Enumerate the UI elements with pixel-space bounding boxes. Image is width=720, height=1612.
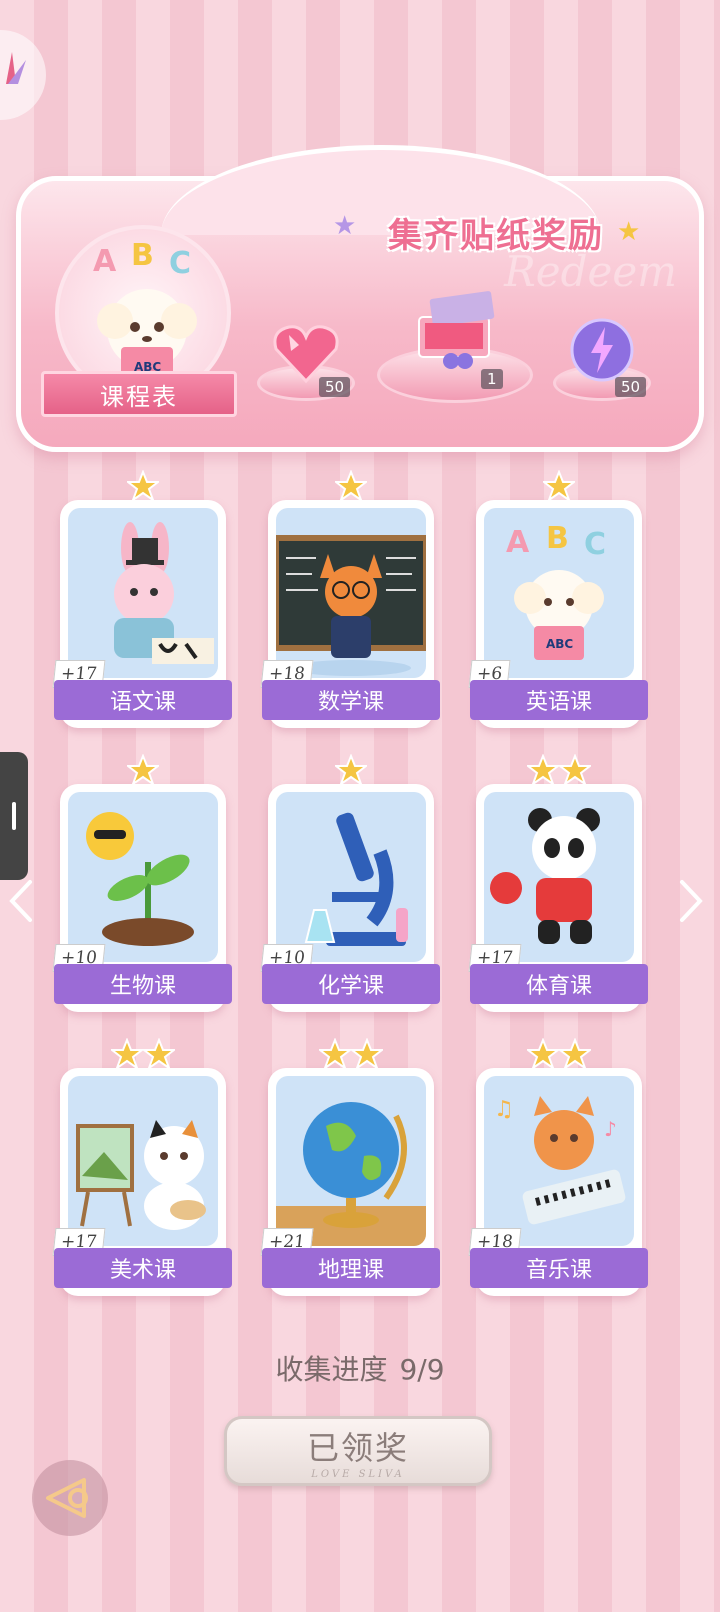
reward-count: 50 (319, 377, 351, 397)
sticker-card-english[interactable]: A B C ABC +6 英语课 (468, 470, 648, 728)
sparkle-icon: ★ (333, 211, 357, 241)
fan-icon (6, 52, 26, 84)
back-arrow-icon (46, 1478, 88, 1518)
star-rating (60, 1038, 226, 1074)
globe-icon (276, 1102, 426, 1246)
schedule-button[interactable]: 课程表 (41, 371, 237, 417)
card-label: 化学课 (262, 964, 440, 1004)
star-rating (268, 1038, 434, 1074)
star-icon (319, 1038, 351, 1070)
star-icon (559, 1038, 591, 1070)
claimed-button[interactable]: 已领奖 LOVE SLIVA (224, 1416, 492, 1486)
card-label: 生物课 (54, 964, 232, 1004)
menu-badge[interactable] (0, 30, 46, 120)
side-drawer-handle[interactable] (0, 752, 28, 880)
bunny-calligraphy-icon (114, 522, 214, 664)
card-illustration (276, 1076, 426, 1246)
sticker-card-pe[interactable]: +17 体育课 (468, 754, 648, 1012)
svg-text:A: A (506, 525, 530, 560)
svg-text:B: B (131, 238, 154, 273)
star-rating (476, 754, 642, 790)
svg-text:C: C (169, 246, 191, 281)
star-icon (527, 754, 559, 786)
card-illustration (68, 1076, 218, 1246)
cat-keyboard-icon: ♫ ♪ (494, 1096, 626, 1225)
collection-progress: 收集进度 9/9 (0, 1348, 720, 1388)
card-illustration (68, 508, 218, 678)
star-rating (60, 754, 226, 790)
star-icon (127, 754, 159, 786)
star-rating (268, 754, 434, 790)
card-illustration: ♫ ♪ (484, 1076, 634, 1246)
card-illustration (276, 792, 426, 962)
progress-value: 9/9 (399, 1353, 445, 1386)
energy-orb-icon (570, 318, 634, 382)
sprout-sun-icon (86, 812, 194, 946)
star-rating (60, 470, 226, 506)
star-rating (476, 1038, 642, 1074)
svg-text:♪: ♪ (604, 1117, 617, 1141)
microscope-icon (304, 812, 408, 946)
card-label: 语文课 (54, 680, 232, 720)
svg-text:ABC: ABC (546, 637, 573, 651)
heart-gem-icon (273, 325, 339, 384)
star-icon (111, 1038, 143, 1070)
sticker-card-art[interactable]: +17 美术课 (52, 1038, 232, 1296)
card-label: 美术课 (54, 1248, 232, 1288)
gift-box-icon (418, 291, 495, 369)
star-icon (335, 470, 367, 502)
card-illustration (276, 508, 426, 678)
sticker-card-chemistry[interactable]: +10 化学课 (260, 754, 440, 1012)
sticker-card-math[interactable]: +18 数学课 (260, 470, 440, 728)
card-illustration: A B C ABC (484, 508, 634, 678)
banner-title: 集齐贴纸奖励 (388, 215, 604, 256)
sticker-card-music[interactable]: ♫ ♪ +18 音乐课 (468, 1038, 648, 1296)
star-icon (543, 470, 575, 502)
panda-pingpong-icon (490, 808, 600, 944)
claimed-button-label: 已领奖 (306, 1428, 409, 1467)
star-icon (143, 1038, 175, 1070)
sticker-card-biology[interactable]: +10 生物课 (52, 754, 232, 1012)
reward-banner: Redeem ★ ★ 集齐贴纸奖励 A B C ABC 课程表 50 1 50 (16, 145, 704, 452)
puppy-abc-icon: A B C ABC (506, 521, 606, 660)
reward-count: 1 (481, 369, 503, 389)
svg-text:A: A (93, 244, 117, 279)
svg-text:C: C (584, 527, 606, 562)
star-icon (127, 470, 159, 502)
card-label: 音乐课 (470, 1248, 648, 1288)
star-icon (559, 754, 591, 786)
sticker-card-geography[interactable]: +21 地理课 (260, 1038, 440, 1296)
star-icon (335, 754, 367, 786)
chevron-left-icon[interactable] (6, 876, 36, 926)
chevron-right-icon[interactable] (676, 876, 706, 926)
card-illustration (68, 792, 218, 962)
cat-painter-icon (76, 1120, 206, 1230)
svg-text:B: B (546, 521, 569, 556)
claimed-button-sub: LOVE SLIVA (311, 1468, 405, 1480)
card-illustration (484, 792, 634, 962)
handle-bar (12, 802, 16, 830)
reward-count: 50 (615, 377, 647, 397)
star-icon (527, 1038, 559, 1070)
star-icon (351, 1038, 383, 1070)
card-label: 地理课 (262, 1248, 440, 1288)
star-rating (268, 470, 434, 506)
card-label: 英语课 (470, 680, 648, 720)
sticker-card-chinese[interactable]: +17 语文课 (52, 470, 232, 728)
back-button[interactable] (32, 1460, 108, 1536)
card-label: 体育课 (470, 964, 648, 1004)
card-label: 数学课 (262, 680, 440, 720)
fox-teacher-icon (276, 535, 426, 676)
svg-text:♫: ♫ (494, 1097, 514, 1122)
progress-label: 收集进度 (275, 1353, 388, 1386)
star-rating (476, 470, 642, 506)
